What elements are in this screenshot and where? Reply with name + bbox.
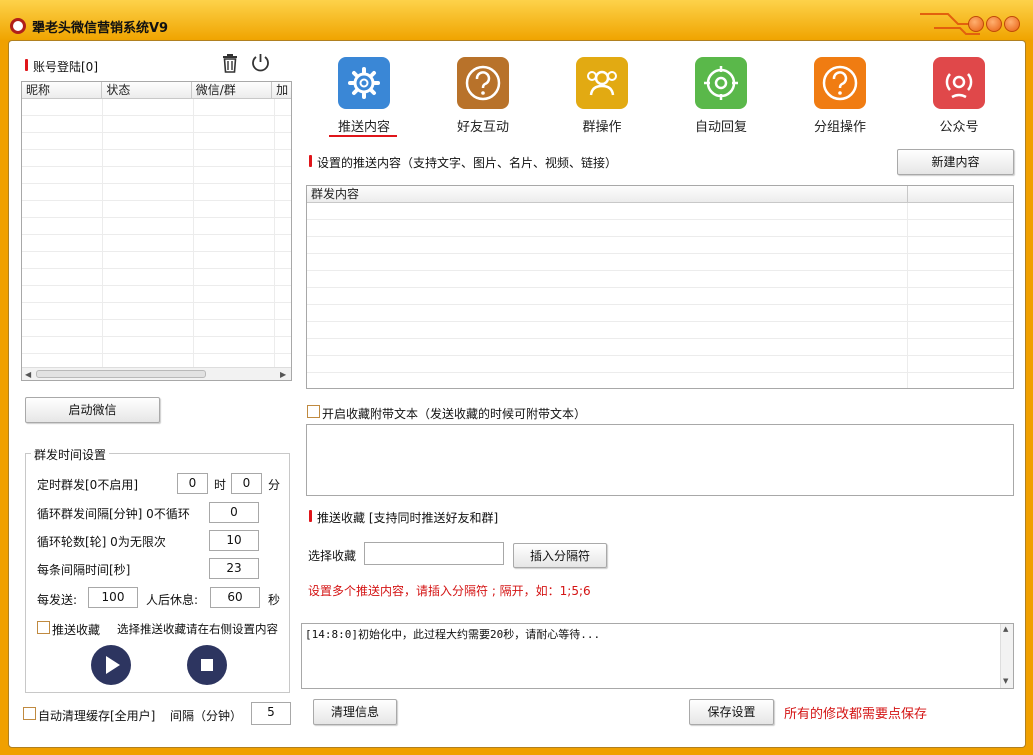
rest-label: 人后休息:	[146, 593, 199, 607]
column-header-nickname[interactable]: 昵称	[22, 82, 103, 98]
timed-send-label: 定时群发[0不启用]	[37, 478, 138, 492]
insert-separator-button[interactable]: 插入分隔符	[513, 543, 607, 568]
accounts-heading: 账号登陆[0]	[33, 60, 98, 74]
rest-seconds-input[interactable]: 60	[210, 587, 260, 608]
nav-item-group-operation[interactable]	[576, 57, 628, 109]
scroll-right-arrow-icon[interactable]: ▶	[280, 370, 286, 379]
start-wechat-button[interactable]: 启动微信	[25, 397, 160, 423]
question-icon	[822, 65, 858, 101]
loop-interval-input[interactable]: 0	[209, 502, 259, 523]
per-item-interval-label: 每条间隔时间[秒]	[37, 563, 131, 577]
column-header-add[interactable]: 加	[272, 82, 291, 98]
cache-interval-input[interactable]: 5	[251, 702, 291, 725]
nav-label-group-operation[interactable]: 群操作	[547, 116, 657, 135]
clear-info-button[interactable]: 清理信息	[313, 699, 397, 725]
column-header-wechat-group[interactable]: 微信/群	[192, 82, 273, 98]
per-item-interval-input[interactable]: 23	[209, 558, 259, 579]
play-icon[interactable]	[91, 645, 131, 685]
scroll-down-arrow-icon[interactable]: ▼	[1003, 677, 1008, 685]
section-marker	[309, 155, 312, 167]
power-icon[interactable]	[250, 52, 271, 73]
loop-interval-label: 循环群发间隔[分钟] 0不循环	[37, 507, 190, 521]
column-header-status[interactable]: 状态	[102, 82, 192, 98]
question-icon	[465, 65, 501, 101]
push-favorite-checkbox[interactable]	[37, 621, 50, 634]
log-vertical-scrollbar[interactable]: ▲ ▼	[1000, 624, 1013, 688]
accounts-table[interactable]: 昵称 状态 微信/群 加 ◀ ▶	[21, 81, 292, 381]
schedule-legend: 群发时间设置	[31, 446, 110, 463]
auto-clear-cache-label: 自动清理缓存[全用户]	[38, 709, 156, 723]
cache-interval-label: 间隔（分钟）	[170, 709, 243, 723]
minute-unit-label: 分	[268, 478, 281, 492]
column-header-extra[interactable]	[908, 186, 1013, 202]
seconds-unit-label: 秒	[268, 593, 281, 607]
target-icon	[704, 66, 738, 100]
push-content-table-body	[307, 203, 1013, 388]
save-settings-button[interactable]: 保存设置	[689, 699, 774, 725]
push-favorite-heading: 推送收藏 [支持同时推送好友和群]	[317, 511, 499, 525]
gear-icon	[348, 67, 380, 99]
minimize-button[interactable]	[968, 16, 984, 32]
separator-hint: 设置多个推送内容，请插入分隔符 ; 隔开，如：1;5;6	[308, 584, 591, 598]
column-header-content[interactable]: 群发内容	[307, 186, 908, 202]
nav-item-push-content[interactable]	[338, 57, 390, 109]
nav-item-friend-interaction[interactable]	[457, 57, 509, 109]
log-text: [14:8:0]初始化中，此过程大约需要20秒，请耐心等待...	[305, 628, 601, 641]
push-favorite-label: 推送收藏	[52, 623, 101, 637]
stop-icon[interactable]	[187, 645, 227, 685]
push-content-table-header: 群发内容	[307, 186, 1013, 203]
window-title: 犟老头微信营销系统V9	[32, 21, 169, 36]
horizontal-scrollbar[interactable]: ◀ ▶	[22, 367, 291, 380]
loop-rounds-label: 循环轮数[轮] 0为无限次	[37, 535, 166, 549]
select-favorite-label: 选择收藏	[308, 549, 357, 563]
nav-item-official-account[interactable]	[933, 57, 985, 109]
push-favorite-hint: 选择推送收藏请在右侧设置内容	[117, 622, 278, 636]
active-tab-underline	[329, 135, 397, 137]
accounts-table-header: 昵称 状态 微信/群 加	[22, 82, 291, 99]
save-hint: 所有的修改都需要点保存	[784, 707, 928, 722]
scrollbar-thumb[interactable]	[36, 370, 206, 378]
push-content-table[interactable]: 群发内容	[306, 185, 1014, 389]
log-area[interactable]: [14:8:0]初始化中，此过程大约需要20秒，请耐心等待... ▲ ▼	[301, 623, 1014, 689]
nav-label-subgroup-operation[interactable]: 分组操作	[785, 116, 895, 135]
trash-icon[interactable]	[221, 53, 239, 73]
send-count-input[interactable]: 100	[88, 587, 138, 608]
attach-text-checkbox[interactable]	[307, 405, 320, 418]
section-marker	[309, 510, 312, 522]
hour-unit-label: 时	[214, 478, 227, 492]
accounts-table-body	[22, 99, 291, 367]
loop-rounds-input[interactable]: 10	[209, 530, 259, 551]
attach-text-label: 开启收藏附带文本（发送收藏的时候可附带文本）	[322, 407, 587, 421]
nav-item-subgroup-operation[interactable]	[814, 57, 866, 109]
timed-hour-input[interactable]: 0	[177, 473, 208, 494]
app-logo-icon	[10, 18, 26, 34]
nav-item-auto-reply[interactable]	[695, 57, 747, 109]
close-button[interactable]	[1004, 16, 1020, 32]
attach-text-area[interactable]	[306, 424, 1014, 496]
push-content-heading: 设置的推送内容（支持文字、图片、名片、视频、链接）	[317, 156, 618, 170]
auto-clear-cache-checkbox[interactable]	[23, 707, 36, 720]
select-favorite-input[interactable]	[364, 542, 504, 565]
nav-label-auto-reply[interactable]: 自动回复	[666, 116, 776, 135]
section-marker	[25, 59, 28, 71]
nav-label-friend-interaction[interactable]: 好友互动	[428, 116, 538, 135]
maximize-button[interactable]	[986, 16, 1002, 32]
timed-minute-input[interactable]: 0	[231, 473, 262, 494]
scroll-up-arrow-icon[interactable]: ▲	[1003, 625, 1008, 633]
nav-label-push-content[interactable]: 推送内容	[309, 116, 419, 135]
send-count-label: 每发送:	[37, 593, 78, 607]
new-content-button[interactable]: 新建内容	[897, 149, 1014, 175]
broadcast-icon	[945, 73, 973, 99]
scroll-left-arrow-icon[interactable]: ◀	[25, 370, 31, 379]
group-icon	[587, 70, 617, 96]
nav-label-official-account[interactable]: 公众号	[904, 116, 1014, 135]
